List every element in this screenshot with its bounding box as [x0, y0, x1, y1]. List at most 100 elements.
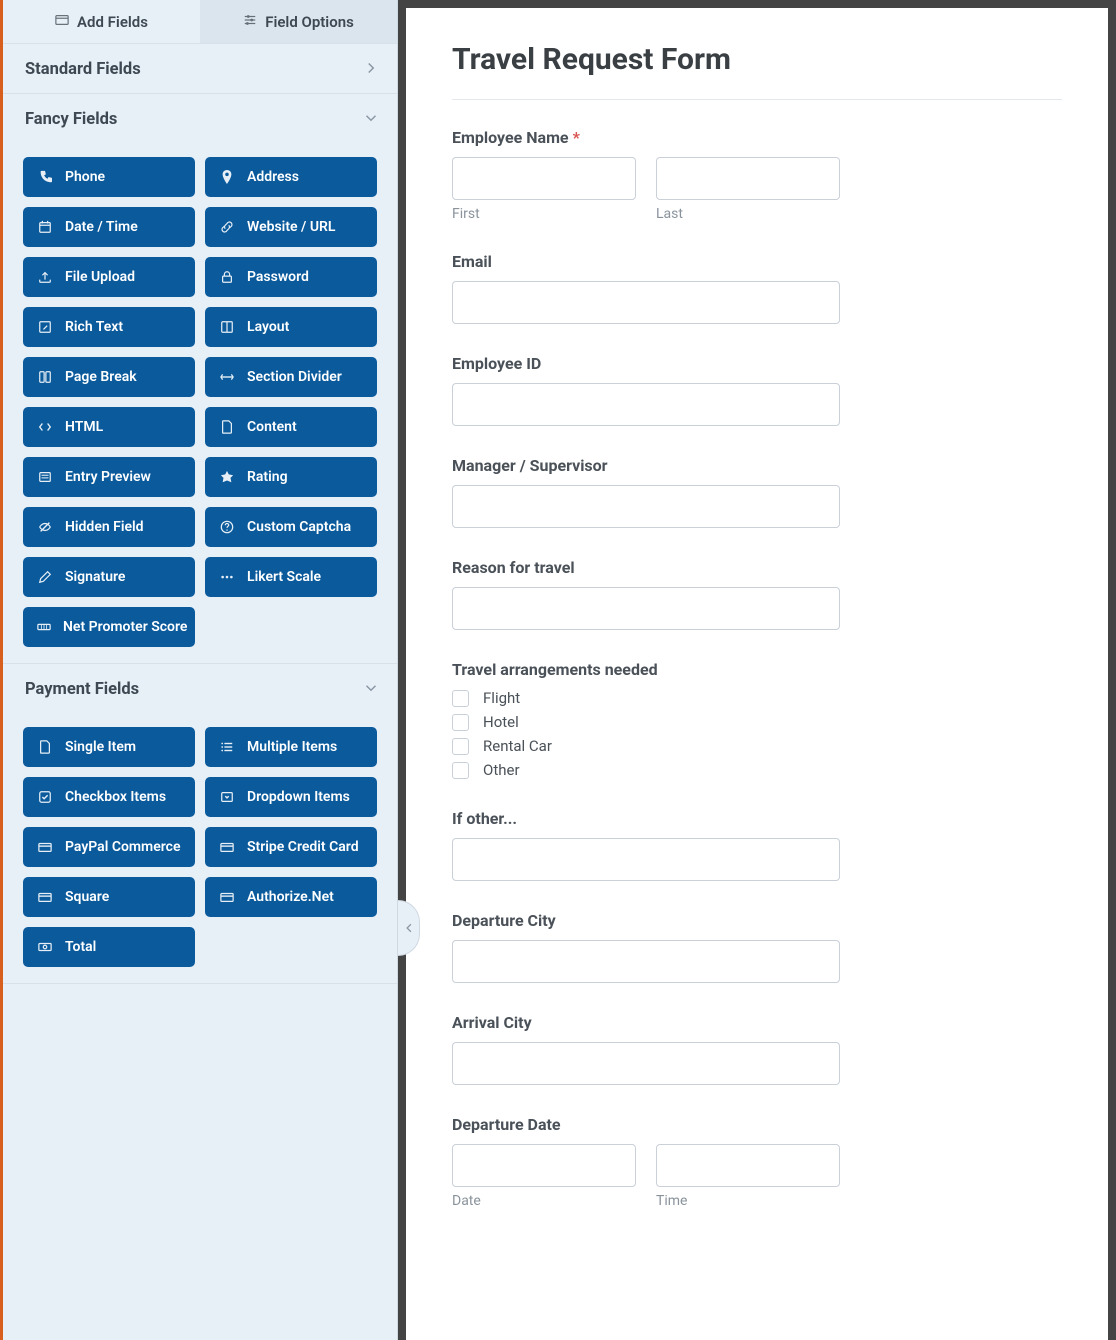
checkbox-other[interactable]: Other	[452, 761, 1062, 779]
field-type-label: Signature	[65, 569, 125, 585]
field-type-custom-captcha[interactable]: Custom Captcha	[205, 507, 377, 547]
checkbox-input-flight[interactable]	[452, 690, 469, 707]
money-icon	[37, 940, 53, 954]
input-departure-time[interactable]	[656, 1144, 840, 1187]
input-employee-id[interactable]	[452, 383, 840, 426]
field-type-page-break[interactable]: Page Break	[23, 357, 195, 397]
input-email[interactable]	[452, 281, 840, 324]
field-type-authorize-net[interactable]: Authorize.Net	[205, 877, 377, 917]
file-icon	[37, 740, 53, 754]
field-type-label: Checkbox Items	[65, 789, 166, 805]
field-type-label: Date / Time	[65, 219, 138, 235]
arrangements-list: Flight Hotel Rental Car Other	[452, 689, 1062, 779]
input-departure-date[interactable]	[452, 1144, 636, 1187]
field-reason[interactable]: Reason for travel	[452, 558, 1062, 630]
add-fields-icon	[55, 13, 69, 31]
form-preview[interactable]: Travel Request Form Employee Name* First…	[406, 8, 1108, 1340]
checkbox-input-other[interactable]	[452, 762, 469, 779]
field-type-website-url[interactable]: Website / URL	[205, 207, 377, 247]
input-manager[interactable]	[452, 485, 840, 528]
tab-field-options[interactable]: Field Options	[200, 0, 397, 43]
field-type-rich-text[interactable]: Rich Text	[23, 307, 195, 347]
field-employee-name[interactable]: Employee Name* First Last	[452, 128, 1062, 222]
section-standard-fields[interactable]: Standard Fields	[3, 44, 397, 94]
section-fancy-title: Fancy Fields	[25, 110, 117, 129]
field-type-likert-scale[interactable]: Likert Scale	[205, 557, 377, 597]
checkbox-label: Hotel	[483, 713, 519, 731]
checkbox-rental-car[interactable]: Rental Car	[452, 737, 1062, 755]
input-if-other[interactable]	[452, 838, 840, 881]
field-type-label: Square	[65, 889, 109, 905]
tab-add-fields[interactable]: Add Fields	[3, 0, 200, 43]
field-if-other[interactable]: If other...	[452, 809, 1062, 881]
nps-icon	[37, 620, 51, 634]
field-manager[interactable]: Manager / Supervisor	[452, 456, 1062, 528]
link-icon	[219, 220, 235, 234]
sidebar-scroll[interactable]: Standard Fields Fancy Fields Phone Addres…	[3, 44, 397, 1340]
checkbox-flight[interactable]: Flight	[452, 689, 1062, 707]
field-type-label: Section Divider	[247, 369, 342, 385]
section-fancy-fields[interactable]: Fancy Fields	[3, 94, 397, 143]
field-type-paypal-commerce[interactable]: PayPal Commerce	[23, 827, 195, 867]
input-arrival-city[interactable]	[452, 1042, 840, 1085]
card-icon	[37, 890, 53, 904]
hidden-icon	[37, 520, 53, 534]
field-email[interactable]: Email	[452, 252, 1062, 324]
card-icon	[219, 890, 235, 904]
field-type-hidden-field[interactable]: Hidden Field	[23, 507, 195, 547]
checkbox-hotel[interactable]: Hotel	[452, 713, 1062, 731]
field-type-single-item[interactable]: Single Item	[23, 727, 195, 767]
field-type-square[interactable]: Square	[23, 877, 195, 917]
phone-icon	[37, 170, 53, 184]
field-employee-id[interactable]: Employee ID	[452, 354, 1062, 426]
field-type-phone[interactable]: Phone	[23, 157, 195, 197]
field-type-net-promoter-score[interactable]: Net Promoter Score	[23, 607, 195, 647]
field-type-signature[interactable]: Signature	[23, 557, 195, 597]
sublabel-last: Last	[656, 206, 840, 222]
field-type-password[interactable]: Password	[205, 257, 377, 297]
field-type-layout[interactable]: Layout	[205, 307, 377, 347]
label-employee-name: Employee Name*	[452, 128, 1062, 147]
field-type-address[interactable]: Address	[205, 157, 377, 197]
field-type-label: Website / URL	[247, 219, 336, 235]
checkbox-input-hotel[interactable]	[452, 714, 469, 731]
field-type-label: Page Break	[65, 369, 137, 385]
field-type-dropdown-items[interactable]: Dropdown Items	[205, 777, 377, 817]
section-payment-fields[interactable]: Payment Fields	[3, 664, 397, 713]
field-type-section-divider[interactable]: Section Divider	[205, 357, 377, 397]
field-departure-city[interactable]: Departure City	[452, 911, 1062, 983]
input-last-name[interactable]	[656, 157, 840, 200]
field-type-content[interactable]: Content	[205, 407, 377, 447]
field-type-label: Phone	[65, 169, 105, 185]
field-type-html[interactable]: HTML	[23, 407, 195, 447]
field-type-label: Content	[247, 419, 297, 435]
pagebreak-icon	[37, 370, 53, 384]
field-type-label: Rating	[247, 469, 288, 485]
field-type-date-time[interactable]: Date / Time	[23, 207, 195, 247]
checkbox-input-rental-car[interactable]	[452, 738, 469, 755]
question-icon	[219, 520, 235, 534]
field-arrangements[interactable]: Travel arrangements needed Flight Hotel Re…	[452, 660, 1062, 779]
field-type-stripe-credit-card[interactable]: Stripe Credit Card	[205, 827, 377, 867]
field-type-file-upload[interactable]: File Upload	[23, 257, 195, 297]
field-type-rating[interactable]: Rating	[205, 457, 377, 497]
input-first-name[interactable]	[452, 157, 636, 200]
field-type-multiple-items[interactable]: Multiple Items	[205, 727, 377, 767]
label-if-other: If other...	[452, 809, 1062, 828]
field-type-checkbox-items[interactable]: Checkbox Items	[23, 777, 195, 817]
label-manager: Manager / Supervisor	[452, 456, 1062, 475]
field-type-label: Stripe Credit Card	[247, 839, 359, 855]
field-type-label: HTML	[65, 419, 103, 435]
field-arrival-city[interactable]: Arrival City	[452, 1013, 1062, 1085]
input-reason[interactable]	[452, 587, 840, 630]
sidebar: Add Fields Field Options Standard Fields…	[0, 0, 398, 1340]
input-departure-city[interactable]	[452, 940, 840, 983]
field-departure-date[interactable]: Departure Date Date Time	[452, 1115, 1062, 1209]
field-type-entry-preview[interactable]: Entry Preview	[23, 457, 195, 497]
label-arrangements: Travel arrangements needed	[452, 660, 1062, 679]
section-payment-title: Payment Fields	[25, 680, 139, 699]
field-type-label: Authorize.Net	[247, 889, 334, 905]
field-type-label: Entry Preview	[65, 469, 151, 485]
field-type-total[interactable]: Total	[23, 927, 195, 967]
section-standard-title: Standard Fields	[25, 60, 141, 79]
